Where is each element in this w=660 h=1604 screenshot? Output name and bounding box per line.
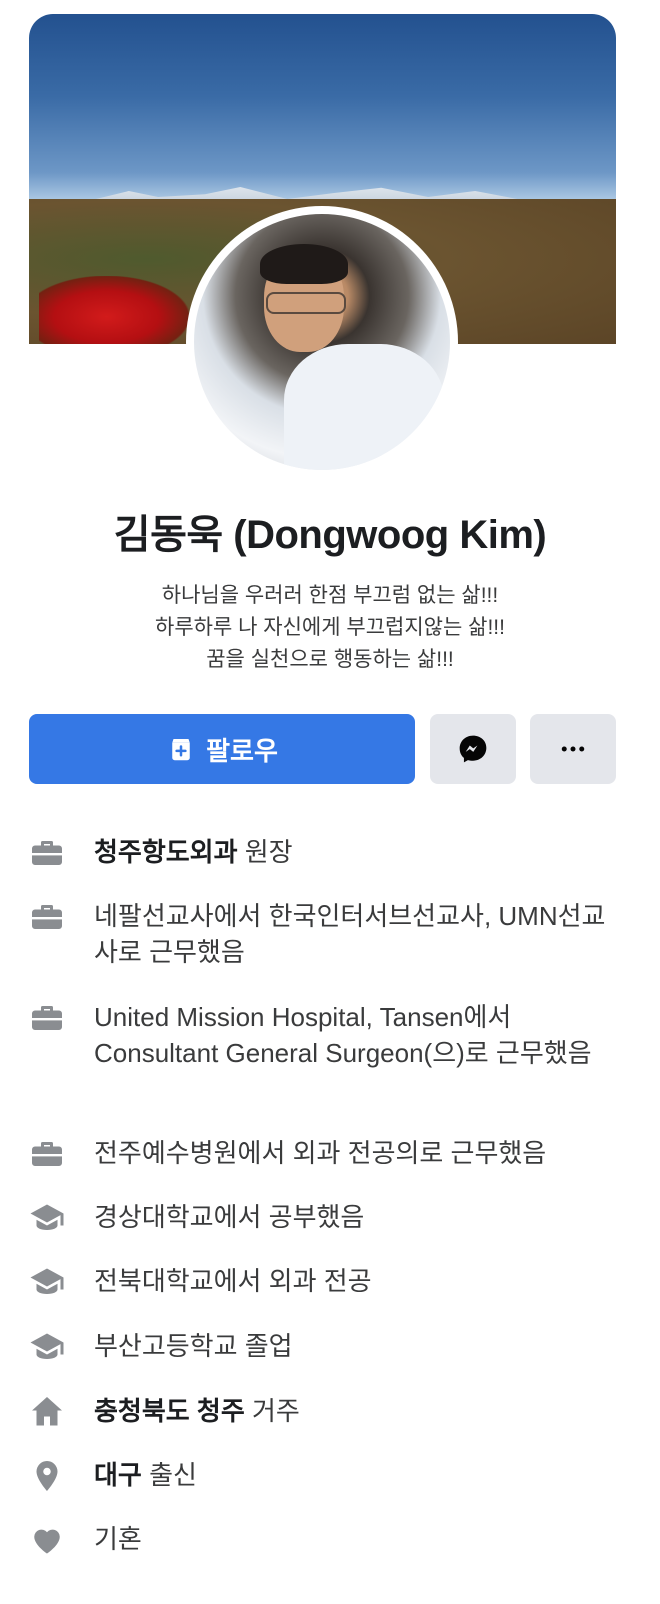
info-text: 대구 출신	[94, 1460, 197, 1490]
messenger-button[interactable]	[430, 714, 516, 784]
info-item-residence: 충청북도 청주 거주	[29, 1393, 629, 1430]
bio-line: 하루하루 나 자신에게 부끄럽지않는 삶!!!	[155, 616, 505, 639]
graduation-cap-icon	[30, 1333, 64, 1359]
info-item-education: 부산고등학교 졸업	[29, 1328, 629, 1365]
briefcase-icon	[32, 905, 62, 929]
info-text: 기혼	[94, 1524, 142, 1554]
info-text: 청주항도외과 원장	[94, 837, 293, 867]
avatar-hair	[260, 244, 348, 284]
info-item-relationship: 기혼	[29, 1521, 629, 1558]
location-pin-icon	[36, 1461, 58, 1491]
follow-label: 팔로우	[206, 735, 278, 766]
bio-line: 하나님을 우러러 한점 부끄럼 없는 삶!!!	[161, 584, 499, 607]
briefcase-icon	[32, 841, 62, 865]
info-text: 충청북도 청주 거주	[94, 1396, 300, 1426]
info-text: 전북대학교에서 외과 전공	[94, 1266, 372, 1296]
profile-picture[interactable]	[186, 206, 458, 478]
cover-flower	[39, 276, 189, 344]
info-text: 부산고등학교 졸업	[94, 1331, 293, 1361]
info-item-work: United Mission Hospital, Tansen에서 Consul…	[29, 999, 629, 1071]
avatar	[194, 214, 450, 470]
info-item-work: 전주예수병원에서 외과 전공의로 근무했음	[29, 1135, 629, 1172]
info-item-work: 네팔선교사에서 한국인터서브선교사, UMN선교사로 근무했음	[29, 898, 629, 970]
bio-line: 꿈을 실천으로 행동하는 삶!!!	[206, 648, 454, 671]
home-icon	[32, 1397, 62, 1426]
follow-button[interactable]: 팔로우	[29, 714, 415, 784]
more-button[interactable]	[530, 714, 616, 784]
info-item-education: 전북대학교에서 외과 전공	[29, 1263, 629, 1300]
avatar-coat	[284, 344, 444, 470]
avatar-glasses	[266, 292, 346, 314]
heart-icon	[34, 1529, 60, 1554]
info-item-education: 경상대학교에서 공부했음	[29, 1199, 629, 1236]
messenger-icon	[459, 735, 487, 763]
briefcase-icon	[32, 1006, 62, 1030]
info-text: 네팔선교사에서 한국인터서브선교사, UMN선교사로 근무했음	[94, 901, 606, 967]
follow-icon	[172, 739, 190, 761]
info-text: 경상대학교에서 공부했음	[94, 1202, 365, 1232]
graduation-cap-icon	[30, 1204, 64, 1230]
graduation-cap-icon	[30, 1268, 64, 1294]
info-text: 전주예수병원에서 외과 전공의로 근무했음	[94, 1138, 547, 1168]
profile-bio: 하나님을 우러러 한점 부끄럼 없는 삶!!! 하루하루 나 자신에게 부끄럽지…	[0, 580, 660, 676]
profile-name: 김동욱 (Dongwoog Kim)	[113, 513, 547, 557]
more-icon	[561, 746, 585, 752]
info-item-hometown: 대구 출신	[29, 1457, 629, 1494]
info-text: United Mission Hospital, Tansen에서 Consul…	[94, 1002, 592, 1068]
info-item-work: 청주항도외과 원장	[29, 834, 629, 871]
briefcase-icon	[32, 1142, 62, 1166]
